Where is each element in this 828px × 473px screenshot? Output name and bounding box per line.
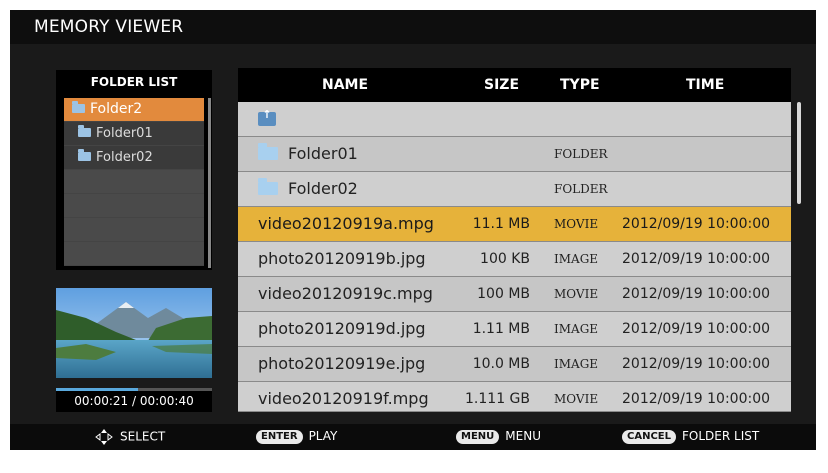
file-type: FOLDER (554, 147, 608, 161)
file-name: video20120919f.mpg (258, 389, 429, 408)
table-row-selected[interactable]: video20120919a.mpg 11.1 MB MOVIE 2012/09… (238, 207, 791, 242)
file-time: 2012/09/19 10:00:00 (622, 216, 771, 232)
folder-list-empty-row (64, 218, 204, 242)
folder-list-empty-row (64, 170, 204, 194)
cancel-hint: CANCEL FOLDER LIST (622, 429, 759, 444)
folder-list-scrollbar[interactable] (208, 98, 211, 268)
menu-label: MENU (505, 429, 541, 443)
file-time: 2012/09/19 10:00:00 (622, 251, 771, 267)
folder-icon (258, 178, 278, 195)
table-row-parent-folder[interactable] (238, 102, 791, 137)
folder-icon (72, 100, 85, 113)
directional-arrows-icon (94, 429, 114, 445)
file-time: 2012/09/19 10:00:00 (622, 391, 771, 407)
file-name: video20120919c.mpg (258, 284, 433, 303)
column-header-type: TYPE (560, 77, 600, 93)
table-row[interactable]: photo20120919d.jpg 1.11 MB IMAGE 2012/09… (238, 312, 791, 347)
file-type: IMAGE (554, 322, 599, 336)
file-size: 11.1 MB (472, 216, 530, 232)
select-label: SELECT (120, 429, 166, 444)
file-type: MOVIE (554, 217, 599, 231)
cancel-key: CANCEL (622, 429, 676, 444)
playback-progress: 00:00:21 / 00:00:40 (56, 388, 212, 412)
menu-hint: MENU MENU (456, 429, 541, 444)
table-row[interactable]: video20120919f.mpg 1.111 GB MOVIE 2012/0… (238, 382, 791, 412)
folder-list-item-folder02[interactable]: Folder02 (64, 146, 204, 170)
file-name: photo20120919d.jpg (258, 319, 426, 338)
select-hint: SELECT (94, 429, 165, 445)
folder-list-empty-row (64, 242, 204, 266)
progress-fill (56, 388, 138, 391)
playback-time: 00:00:21 / 00:00:40 (74, 394, 194, 408)
file-time: 2012/09/19 10:00:00 (622, 356, 771, 372)
folder-list-item-label: Folder01 (96, 126, 153, 141)
column-header-name: NAME (322, 77, 369, 93)
file-table-header: NAME SIZE TYPE TIME (238, 68, 791, 102)
folder-icon (78, 125, 91, 137)
folder-icon (78, 149, 91, 161)
menu-key: MENU (456, 429, 500, 444)
file-name: photo20120919e.jpg (258, 354, 426, 373)
cancel-label: FOLDER LIST (682, 429, 760, 443)
folder-list-item-folder2[interactable]: Folder2 (64, 98, 204, 122)
file-size: 100 MB (477, 286, 530, 302)
column-header-time: TIME (686, 77, 725, 93)
column-header-size: SIZE (484, 77, 520, 93)
table-row[interactable]: Folder01 FOLDER (238, 137, 791, 172)
file-name: video20120919a.mpg (258, 214, 434, 233)
file-type: IMAGE (554, 252, 599, 266)
title-bar: MEMORY VIEWER (10, 10, 816, 44)
file-size: 10.0 MB (472, 356, 530, 372)
folder-list-header: FOLDER LIST (56, 70, 212, 94)
file-table: Folder01 FOLDER Folder02 FOLDER video201… (238, 102, 791, 412)
table-row[interactable]: photo20120919b.jpg 100 KB IMAGE 2012/09/… (238, 242, 791, 277)
file-size: 1.111 GB (465, 391, 530, 407)
file-type: FOLDER (554, 182, 608, 196)
file-type: IMAGE (554, 357, 599, 371)
enter-label: PLAY (308, 429, 338, 443)
page-title: MEMORY VIEWER (34, 17, 184, 37)
folder-list-item-label: Folder02 (96, 150, 153, 165)
enter-hint: ENTER PLAY (256, 429, 337, 444)
folder-list: Folder2 Folder01 Folder02 (56, 94, 212, 270)
enter-key: ENTER (256, 429, 303, 444)
file-name: Folder01 (288, 144, 358, 163)
table-row[interactable]: Folder02 FOLDER (238, 172, 791, 207)
preview-thumbnail (56, 288, 212, 378)
folder-icon (258, 143, 278, 160)
table-row[interactable]: photo20120919e.jpg 10.0 MB IMAGE 2012/09… (238, 347, 791, 382)
file-size: 1.11 MB (472, 321, 530, 337)
landscape-preview-image (56, 288, 212, 378)
folder-list-item-folder01[interactable]: Folder01 (64, 122, 204, 146)
file-name: Folder02 (288, 179, 358, 198)
file-time: 2012/09/19 10:00:00 (622, 321, 771, 337)
bottom-key-guide: SELECT ENTER PLAY MENU MENU CANCEL FOLDER L… (10, 424, 816, 450)
file-time: 2012/09/19 10:00:00 (622, 286, 771, 302)
table-row[interactable]: video20120919c.mpg 100 MB MOVIE 2012/09/… (238, 277, 791, 312)
folder-list-item-label: Folder2 (90, 101, 143, 117)
file-name: photo20120919b.jpg (258, 249, 426, 268)
file-type: MOVIE (554, 392, 599, 406)
memory-viewer-screen: MEMORY VIEWER FOLDER LIST Folder2 Folder… (10, 10, 816, 450)
file-table-scrollbar[interactable] (797, 102, 801, 204)
file-type: MOVIE (554, 287, 599, 301)
file-size: 100 KB (480, 251, 530, 267)
parent-folder-icon (258, 108, 276, 126)
folder-list-empty-row (64, 194, 204, 218)
